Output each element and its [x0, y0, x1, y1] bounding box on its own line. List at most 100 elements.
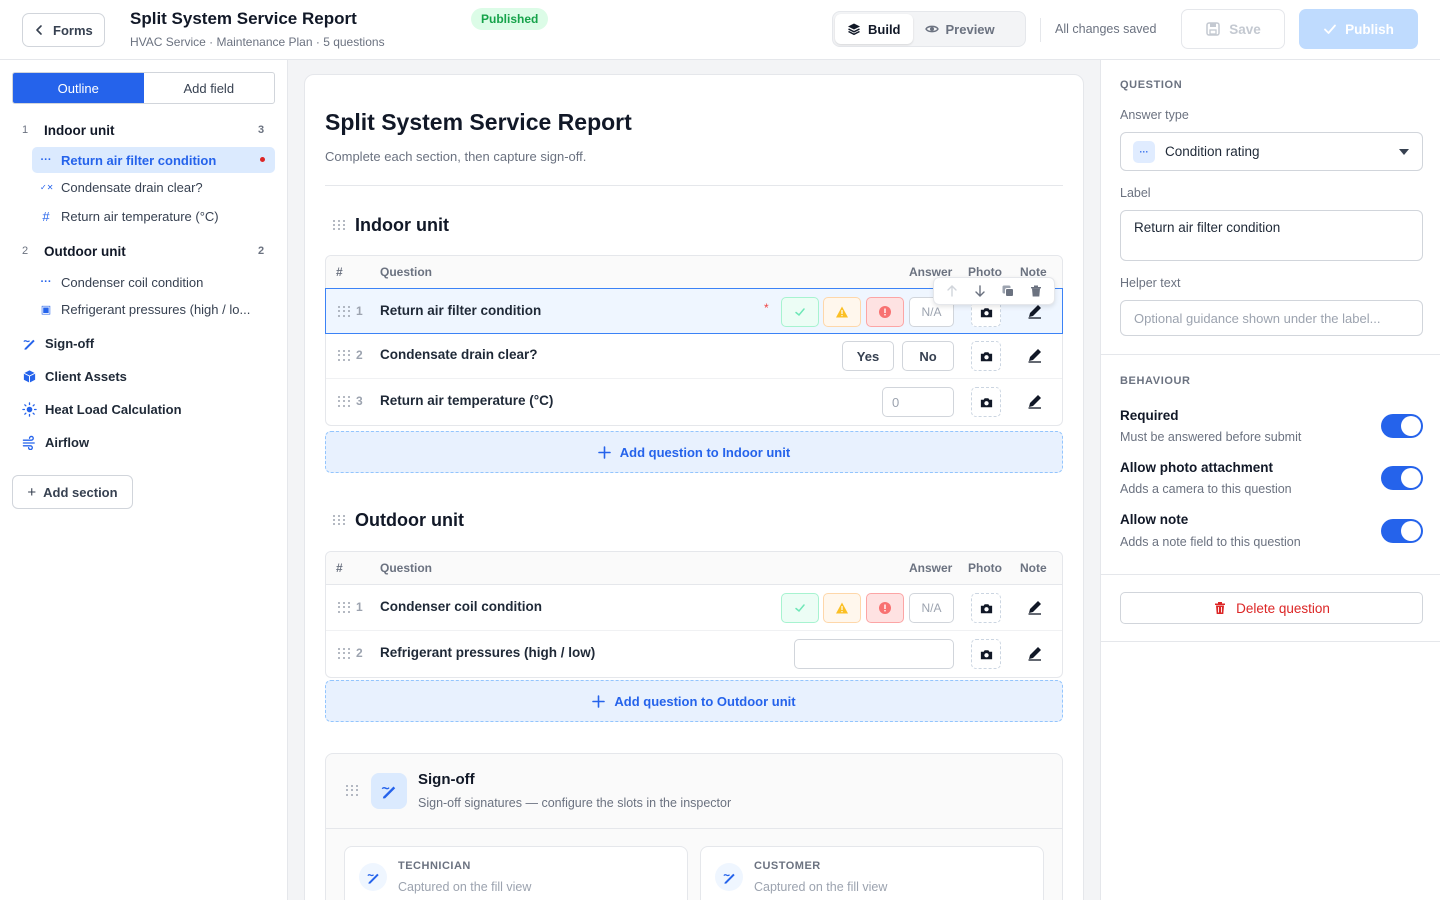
table-row[interactable]: 2 Refrigerant pressures (high / low) — [326, 631, 1062, 677]
check-icon — [795, 308, 805, 317]
check-icon — [795, 604, 805, 613]
back-to-forms-button[interactable]: Forms — [22, 13, 105, 47]
warning-icon — [836, 602, 848, 614]
text-answer-input[interactable] — [794, 639, 954, 669]
required-toggle-title: Required — [1120, 408, 1179, 423]
publish-button[interactable]: Publish — [1299, 9, 1418, 49]
outline-question-refrigerant-pressures[interactable]: ▣ Refrigerant pressures (high / lo... — [0, 296, 288, 322]
pen-icon[interactable] — [1026, 346, 1044, 364]
save-button[interactable]: Save — [1181, 9, 1285, 49]
drag-handle-icon[interactable] — [333, 514, 345, 527]
rating-good-button[interactable] — [781, 593, 819, 623]
alert-circle-icon — [879, 602, 891, 614]
outline-question-return-air-temp[interactable]: # Return air temperature (°C) — [0, 203, 288, 229]
add-question-label: Add question to Indoor unit — [619, 444, 791, 460]
drag-handle-icon[interactable] — [338, 350, 350, 362]
section-title[interactable]: Indoor unit — [355, 215, 449, 236]
label-textarea[interactable]: Return air filter condition — [1120, 210, 1423, 261]
answer-type-select[interactable]: ··· Condition rating — [1120, 132, 1423, 171]
preview-label: Preview — [945, 21, 995, 37]
question-table-outdoor: # Question Answer Photo Note 1 Condenser… — [325, 551, 1063, 678]
photo-button[interactable] — [971, 593, 1001, 623]
no-button[interactable]: No — [902, 341, 954, 371]
rating-warning-button[interactable] — [823, 297, 861, 327]
title-divider — [325, 185, 1063, 186]
table-row[interactable]: 2 Condensate drain clear? Yes No — [326, 333, 1062, 379]
number-input[interactable]: 0 — [882, 387, 954, 417]
helper-text-input[interactable]: Optional guidance shown under the label.… — [1120, 300, 1423, 336]
signature-slot-customer[interactable]: CUSTOMER Captured on the fill view — [700, 846, 1044, 900]
sun-icon — [22, 401, 37, 417]
trash-icon[interactable] — [1029, 284, 1043, 298]
add-section-button[interactable]: + Add section — [12, 475, 133, 509]
photo-button[interactable] — [971, 639, 1001, 669]
outline-sidebar: Outline Add field 1 Indoor unit 3 ··· Re… — [0, 60, 288, 900]
outline-question-condenser-coil[interactable]: ··· Condenser coil condition — [0, 269, 288, 295]
drag-handle-icon[interactable] — [333, 219, 345, 232]
table-row[interactable]: 1 Return air filter condition * N/A — [325, 277, 1063, 334]
cube-icon — [23, 369, 36, 383]
tab-outline[interactable]: Outline — [13, 73, 144, 103]
drag-handle-icon[interactable] — [338, 648, 350, 660]
eye-icon — [924, 25, 939, 33]
yes-button[interactable]: Yes — [842, 341, 894, 371]
question-label: Return air filter condition — [61, 152, 217, 168]
preview-mode-button[interactable]: Preview — [913, 14, 1007, 44]
rating-fail-button[interactable] — [866, 297, 904, 327]
duplicate-icon[interactable] — [1001, 284, 1015, 298]
answer-type-value: Condition rating — [1165, 144, 1260, 159]
chevron-down-icon — [1399, 149, 1409, 155]
required-dot — [260, 157, 265, 162]
add-question-indoor-button[interactable]: Add question to Indoor unit — [325, 431, 1063, 473]
col-question: Question — [380, 265, 433, 279]
signoff-section[interactable]: Sign-off Sign-off signatures — configure… — [325, 753, 1063, 900]
table-row[interactable]: 1 Condenser coil condition N/A — [326, 585, 1062, 631]
signature-slot-technician[interactable]: TECHNICIAN Captured on the fill view — [344, 846, 688, 900]
rating-na-button[interactable]: N/A — [909, 593, 954, 623]
outline-question-condensate-drain[interactable]: ✓✕ Condensate drain clear? — [0, 174, 288, 200]
row-number: 1 — [356, 304, 363, 318]
question-group-heading: QUESTION — [1120, 79, 1183, 91]
signoff-header: Sign-off Sign-off signatures — configure… — [326, 754, 1062, 829]
outline-section-indoor-unit[interactable]: 1 Indoor unit 3 — [0, 119, 288, 141]
row-number: 3 — [356, 394, 363, 408]
drag-handle-icon[interactable] — [338, 396, 350, 408]
pen-icon[interactable] — [1026, 392, 1044, 410]
arrow-up-icon[interactable] — [945, 284, 959, 298]
back-label: Forms — [53, 22, 93, 38]
rating-good-button[interactable] — [781, 297, 819, 327]
tab-add-field[interactable]: Add field — [144, 73, 275, 103]
drag-handle-icon[interactable] — [338, 306, 350, 318]
table-row[interactable]: 3 Return air temperature (°C) 0 — [326, 379, 1062, 425]
inspector-panel: QUESTION Answer type ··· Condition ratin… — [1100, 60, 1440, 900]
delete-question-button[interactable]: Delete question — [1120, 592, 1423, 624]
pen-icon[interactable] — [1026, 644, 1044, 662]
add-question-outdoor-button[interactable]: Add question to Outdoor unit — [325, 680, 1063, 722]
rating-warning-button[interactable] — [823, 593, 861, 623]
top-bar: Forms Split System Service Report HVAC S… — [0, 0, 1440, 60]
required-toggle[interactable] — [1381, 414, 1423, 438]
label-field-label: Label — [1120, 186, 1151, 200]
photo-button[interactable] — [971, 341, 1001, 371]
outline-item-airflow[interactable]: Airflow — [0, 431, 288, 453]
pen-icon[interactable] — [1026, 598, 1044, 616]
wind-icon — [22, 435, 35, 450]
outline-question-return-air-filter[interactable]: ··· Return air filter condition — [32, 147, 275, 173]
note-toggle[interactable] — [1381, 519, 1423, 543]
outline-item-sign-off[interactable]: Sign-off — [0, 332, 288, 354]
check-icon — [1324, 24, 1337, 34]
section-title[interactable]: Outdoor unit — [355, 510, 464, 531]
outline-item-heat-load[interactable]: Heat Load Calculation — [0, 398, 288, 420]
row-number: 1 — [356, 600, 363, 614]
outline-section-outdoor-unit[interactable]: 2 Outdoor unit 2 — [0, 240, 288, 262]
drag-handle-icon[interactable] — [338, 602, 350, 614]
drag-handle-icon[interactable] — [346, 785, 358, 797]
photo-attachment-toggle[interactable] — [1381, 466, 1423, 490]
rating-fail-button[interactable] — [866, 593, 904, 623]
build-mode-button[interactable]: Build — [835, 14, 913, 44]
arrow-down-icon[interactable] — [973, 284, 987, 298]
col-answer: Answer — [909, 561, 953, 575]
outline-item-client-assets[interactable]: Client Assets — [0, 365, 288, 387]
slot-role: CUSTOMER — [754, 860, 821, 872]
photo-button[interactable] — [971, 387, 1001, 417]
